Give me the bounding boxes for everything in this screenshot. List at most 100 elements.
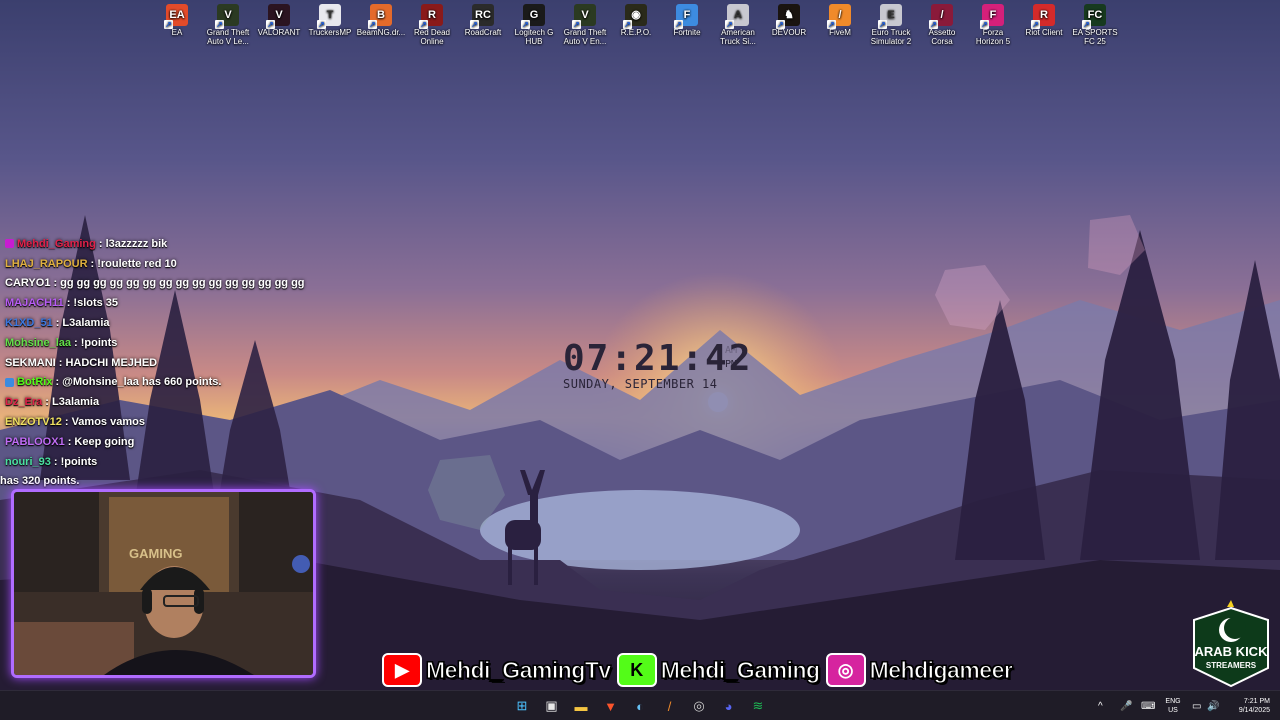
language-code: ENG [1165, 698, 1181, 705]
desktop-shortcut[interactable]: FCEA SPORTS FC 25 [1070, 4, 1120, 46]
ets2-icon: E [878, 4, 902, 29]
desktop-shortcut-label: Red Dead Online [413, 28, 451, 46]
desktop-shortcut[interactable]: VVALORANT [254, 4, 304, 37]
logitech-icon: G [521, 4, 545, 29]
chat-text: : l3azzzzz bik [98, 237, 168, 250]
chat-username: MAJACH11 [5, 297, 64, 310]
desktop-shortcut[interactable]: FFortnite [662, 4, 712, 37]
gta-enhanced-icon: V [572, 4, 596, 29]
social-link: ◎ Mehdigameer [825, 653, 1013, 687]
chat-username: Dz_Era [5, 396, 43, 409]
keyboard-icon[interactable]: ⌨ [1141, 691, 1155, 720]
desktop-shortcut[interactable]: GLogitech G HUB [509, 4, 559, 46]
chat-message: MAJACH11: !slots 35 [0, 293, 300, 313]
gta-icon: V [215, 4, 239, 29]
webcam-overlay: GAMING [11, 489, 316, 678]
steam-icon[interactable]: ◐ [629, 695, 651, 717]
desktop-shortcut[interactable]: ♞DEVOUR [764, 4, 814, 37]
show-hidden-icons-chevron[interactable]: ^ [1098, 691, 1103, 720]
devour-icon: ♞ [776, 4, 800, 29]
volume-icon[interactable]: 🔊 [1207, 691, 1219, 720]
desktop-shortcut[interactable]: RRiot Client [1019, 4, 1069, 37]
taskbar-date: 9/14/2025 [1238, 707, 1270, 714]
windows-start-icon[interactable]: ⊞ [511, 695, 533, 717]
clock-ampm: AM PM [725, 344, 737, 372]
fivem-taskbar-icon[interactable]: / [659, 695, 681, 717]
chat-text: : L3alamia [45, 396, 100, 409]
chat-username: SEKMANI [5, 356, 56, 369]
chat-username: LHAJ_RAPOUR [5, 257, 88, 270]
desktop-shortcut[interactable]: ◉R.E.P.O. [611, 4, 661, 37]
desktop-shortcut[interactable]: RCRoadCraft [458, 4, 508, 37]
desktop-shortcut[interactable]: VGrand Theft Auto V Le... [203, 4, 253, 46]
beamng-icon: B [368, 4, 392, 29]
clock-am: AM [725, 345, 738, 356]
file-explorer-icon[interactable]: ▬ [570, 695, 592, 717]
chat-message: K1XD_51: L3alamia [0, 313, 300, 333]
chat-text: has 320 points. [0, 475, 80, 488]
desktop-shortcut[interactable]: /FiveM [815, 4, 865, 37]
desktop-shortcut-label: EA SPORTS FC 25 [1072, 28, 1118, 46]
chat-username: Mehdi_Gaming [17, 237, 96, 250]
desktop-shortcut-label: Riot Client [1025, 28, 1063, 37]
assetto-icon: / [929, 4, 953, 29]
clock-time: 07:21:42 [563, 338, 753, 379]
desktop-shortcut-label: FiveM [829, 28, 851, 37]
clock-date: SUNDAY, SEPTEMBER 14 [563, 377, 718, 391]
desktop-shortcut-label: Forza Horizon 5 [975, 28, 1011, 46]
desktop-shortcut[interactable]: EEuro Truck Simulator 2 [866, 4, 916, 46]
desktop-shortcut[interactable]: VGrand Theft Auto V En... [560, 4, 610, 46]
chat-username: PABLOOX1 [5, 435, 65, 448]
valorant-icon: V [266, 4, 290, 29]
fivem-icon: / [827, 4, 851, 29]
desktop-shortcut[interactable]: AAmerican Truck Si... [713, 4, 763, 46]
clock-pm: PM [725, 359, 738, 370]
desktop-shortcut-label: Fortnite [673, 28, 701, 37]
microphone-icon[interactable]: 🎤 [1120, 691, 1132, 720]
discord-icon[interactable]: ◕ [718, 695, 740, 717]
rdr-icon: R [419, 4, 443, 29]
desktop-shortcut-label: Grand Theft Auto V Le... [206, 28, 250, 46]
desktop-shortcut-label: EA [171, 28, 183, 37]
fortnite-icon: F [674, 4, 698, 29]
desktop-shortcut-label: Grand Theft Auto V En... [563, 28, 607, 46]
stream-chat-overlay: Mehdi_Gaming: l3azzzzz bik LHAJ_RAPOUR: !… [0, 234, 305, 491]
ea-icon: EA [164, 4, 188, 29]
display-icon[interactable]: ▭ [1192, 691, 1201, 720]
input-language-indicator[interactable]: ENG US [1162, 691, 1184, 720]
instagram-logo: ◎ [825, 653, 866, 687]
desktop-shortcut-label: Logitech G HUB [514, 28, 554, 46]
youtube-logo: ▶ [382, 653, 422, 687]
desktop-shortcut[interactable]: /Assetto Corsa [917, 4, 967, 46]
desktop-shortcut-label: Assetto Corsa [928, 28, 956, 46]
desktop-shortcut[interactable]: FForza Horizon 5 [968, 4, 1018, 46]
poster-text: GAMING [129, 546, 182, 561]
chat-message: Mohsine_laa: !points [0, 333, 300, 353]
social-handle: Mehdigameer [869, 656, 1013, 683]
desktop-shortcut-label: RoadCraft [464, 28, 502, 37]
microsoft-store-icon[interactable]: ▣ [541, 695, 563, 717]
desktop-shortcut[interactable]: RRed Dead Online [407, 4, 457, 46]
taskbar-clock[interactable]: 7:21 PM 9/14/2025 [1224, 691, 1270, 720]
chat-text: : Vamos vamos [64, 416, 145, 429]
arab-kick-line1: ARAB KICK [1195, 644, 1269, 659]
chat-text: : L3alamia [55, 317, 110, 330]
desktop-shortcut[interactable]: BBeamNG.dr... [356, 4, 406, 37]
social-link: K Mehdi_Gaming [616, 653, 821, 687]
obs-icon[interactable]: ◎ [688, 695, 710, 717]
chat-message: CARYO1: gg gg gg gg gg gg gg gg gg gg gg… [0, 274, 305, 294]
chat-username: Mohsine_laa [5, 336, 72, 349]
desktop-shortcut-label: VALORANT [257, 28, 301, 37]
brave-browser-icon[interactable]: ▼ [600, 695, 622, 717]
region-code: US [1168, 707, 1178, 714]
repo-icon: ◉ [623, 4, 647, 29]
desktop-shortcut[interactable]: TTruckersMP [305, 4, 355, 37]
chat-username: BotRix [17, 376, 53, 389]
arab-kick-streamers-logo: ARAB KICK STREAMERS [1193, 600, 1269, 688]
desktop-shortcut[interactable]: EAEA [152, 4, 202, 37]
roadcraft-icon: RC [470, 4, 494, 29]
chat-badge-icon [5, 377, 14, 387]
chat-username: K1XD_51 [5, 317, 53, 330]
chat-text: : @Mohsine_laa has 660 points. [55, 376, 222, 389]
spotify-icon[interactable]: ≋ [747, 695, 769, 717]
